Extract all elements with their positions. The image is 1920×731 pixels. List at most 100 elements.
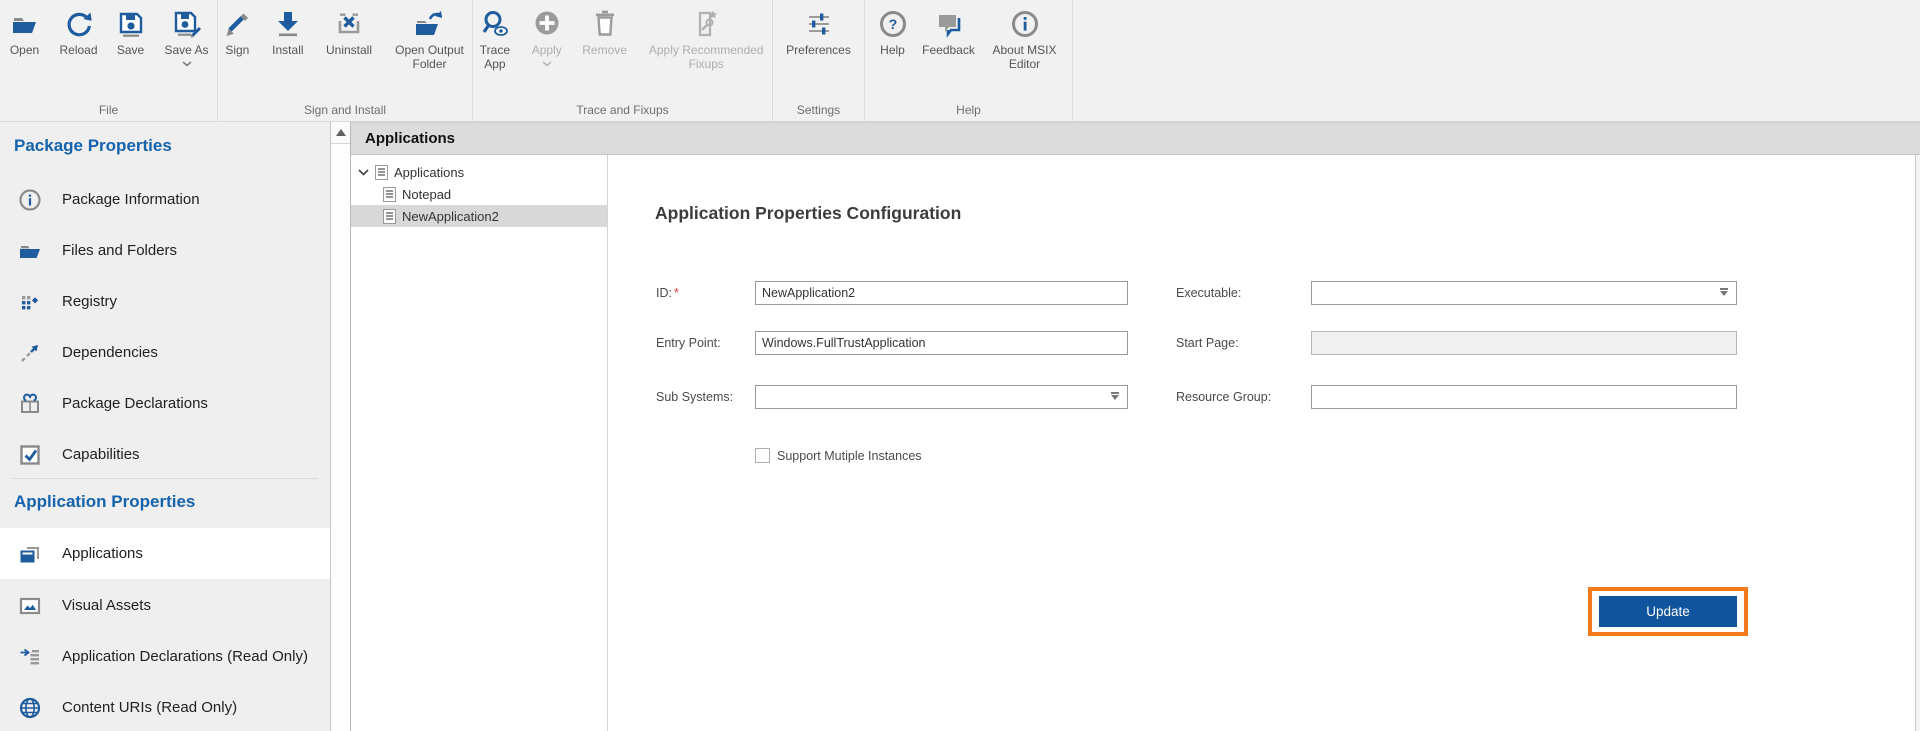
install-arrow-icon bbox=[273, 7, 303, 41]
checkbox-check-icon bbox=[17, 443, 43, 467]
tree-node-label: NewApplication2 bbox=[402, 209, 499, 224]
dependencies-arrow-icon bbox=[17, 341, 43, 365]
help-question-icon: ? bbox=[878, 7, 908, 41]
sidebar-item-package-declarations[interactable]: Package Declarations bbox=[0, 378, 330, 429]
sidebar-item-label: Applications bbox=[62, 545, 143, 562]
highlight-annotation-box: Update bbox=[1588, 587, 1748, 636]
install-button[interactable]: Install bbox=[265, 7, 311, 58]
globe-icon bbox=[17, 696, 43, 720]
document-icon bbox=[375, 165, 388, 180]
sidebar-item-label: Application Declarations (Read Only) bbox=[62, 648, 308, 665]
save-button[interactable]: Save bbox=[111, 7, 151, 58]
msix-editor-window: Open Reload Save bbox=[0, 0, 1920, 731]
id-input[interactable] bbox=[755, 281, 1128, 305]
folder-icon bbox=[17, 239, 43, 263]
sidebar-item-label: Dependencies bbox=[62, 344, 158, 361]
resource-group-input[interactable] bbox=[1311, 385, 1737, 409]
remove-trash-icon bbox=[590, 7, 620, 41]
apply-recommended-fixups-button: Apply Recommended Fixups bbox=[640, 7, 772, 71]
button-label: Reload bbox=[59, 44, 97, 58]
button-label: Save bbox=[117, 44, 144, 58]
checkbox-label: Support Mutiple Instances bbox=[777, 449, 922, 463]
sidebar-item-capabilities[interactable]: Capabilities bbox=[0, 429, 330, 480]
button-label: Uninstall bbox=[326, 44, 372, 58]
sidebar-item-package-information[interactable]: Package Information bbox=[0, 174, 330, 225]
start-page-input bbox=[1311, 331, 1737, 355]
sidebar-item-registry[interactable]: Registry bbox=[0, 276, 330, 327]
button-label: About MSIX Editor bbox=[986, 44, 1064, 71]
button-label: Install bbox=[272, 44, 303, 58]
document-icon bbox=[383, 187, 396, 202]
document-icon bbox=[383, 209, 396, 224]
button-label: Sign bbox=[225, 44, 249, 58]
about-msix-editor-button[interactable]: About MSIX Editor bbox=[986, 7, 1064, 71]
feedback-button[interactable]: Feedback bbox=[920, 7, 978, 58]
sidebar-item-visual-assets[interactable]: Visual Assets bbox=[0, 580, 330, 631]
ribbon-toolbar: Open Reload Save bbox=[0, 0, 1920, 122]
open-output-folder-button[interactable]: Open Output Folder bbox=[387, 7, 472, 71]
sidebar-item-application-declarations[interactable]: Application Declarations (Read Only) bbox=[0, 631, 330, 682]
scrollbar-up-button[interactable] bbox=[331, 122, 350, 144]
sidebar-item-dependencies[interactable]: Dependencies bbox=[0, 327, 330, 378]
group-caption: Help bbox=[865, 103, 1072, 117]
sidebar-item-label: Package Declarations bbox=[62, 395, 208, 412]
button-label: Feedback bbox=[922, 44, 975, 58]
open-button[interactable]: Open bbox=[3, 7, 47, 58]
chevron-down-icon bbox=[1720, 291, 1728, 296]
applications-content: Applications Notepad NewApplication2 App… bbox=[351, 155, 1916, 731]
reload-button[interactable]: Reload bbox=[55, 7, 103, 58]
chevron-down-icon bbox=[1111, 395, 1119, 400]
tree-node-newapplication2[interactable]: NewApplication2 bbox=[351, 205, 607, 227]
button-label: Help bbox=[880, 44, 905, 58]
start-page-field-label: Start Page: bbox=[1176, 331, 1239, 355]
sidebar-item-applications[interactable]: Applications bbox=[0, 528, 330, 579]
chevron-down-icon bbox=[182, 60, 192, 67]
button-label: Apply bbox=[532, 44, 562, 58]
info-circle-icon bbox=[17, 188, 43, 212]
sub-systems-dropdown[interactable] bbox=[755, 385, 1128, 409]
support-multiple-instances-checkbox[interactable] bbox=[755, 448, 770, 463]
navigation-sidebar: Package Properties Package Information F… bbox=[0, 122, 330, 731]
button-label: Apply Recommended Fixups bbox=[640, 44, 772, 71]
open-output-folder-icon bbox=[414, 7, 444, 41]
panel-header: Applications bbox=[351, 122, 1920, 155]
sign-button[interactable]: Sign bbox=[218, 7, 257, 58]
entry-point-input[interactable] bbox=[755, 331, 1128, 355]
trace-app-button[interactable]: Trace App bbox=[473, 7, 517, 71]
sub-systems-field-label: Sub Systems: bbox=[656, 385, 733, 409]
save-as-icon bbox=[172, 7, 202, 41]
sidebar-item-label: Content URIs (Read Only) bbox=[62, 699, 237, 716]
button-label: Remove bbox=[582, 44, 627, 58]
gift-box-icon bbox=[17, 392, 43, 416]
registry-blocks-icon bbox=[17, 290, 43, 314]
tree-node-applications[interactable]: Applications bbox=[351, 161, 607, 183]
sidebar-item-label: Package Information bbox=[62, 191, 200, 208]
sidebar-item-label: Capabilities bbox=[62, 446, 140, 463]
tree-node-notepad[interactable]: Notepad bbox=[351, 183, 607, 205]
sidebar-heading-application-properties: Application Properties bbox=[14, 492, 195, 512]
sidebar-item-label: Files and Folders bbox=[62, 242, 177, 259]
preferences-button[interactable]: Preferences bbox=[781, 7, 857, 58]
help-button[interactable]: ? Help bbox=[874, 7, 912, 58]
tree-node-label: Applications bbox=[394, 165, 464, 180]
uninstall-button[interactable]: Uninstall bbox=[319, 7, 379, 58]
chevron-down-icon[interactable] bbox=[358, 169, 369, 176]
sidebar-item-files-and-folders[interactable]: Files and Folders bbox=[0, 225, 330, 276]
update-button[interactable]: Update bbox=[1599, 596, 1737, 627]
group-caption: Sign and Install bbox=[218, 103, 472, 117]
about-info-icon bbox=[1010, 7, 1040, 41]
ribbon-group-trace-and-fixups: Trace App Apply Remove bbox=[473, 0, 773, 121]
id-field-label: ID:* bbox=[656, 281, 679, 305]
executable-dropdown[interactable] bbox=[1311, 281, 1737, 305]
application-properties-form: Application Properties Configuration ID:… bbox=[608, 155, 1916, 731]
button-label: Open bbox=[10, 44, 39, 58]
sidebar-divider bbox=[12, 478, 318, 479]
group-caption: Trace and Fixups bbox=[473, 103, 772, 117]
sidebar-heading-package-properties: Package Properties bbox=[14, 136, 172, 156]
sidebar-scrollbar[interactable] bbox=[330, 122, 351, 731]
panel-title: Applications bbox=[365, 130, 455, 147]
save-as-button[interactable]: Save As bbox=[159, 7, 215, 67]
fixups-document-icon bbox=[691, 7, 721, 41]
sidebar-item-content-uris[interactable]: Content URIs (Read Only) bbox=[0, 682, 330, 731]
entry-point-field-label: Entry Point: bbox=[656, 331, 721, 355]
